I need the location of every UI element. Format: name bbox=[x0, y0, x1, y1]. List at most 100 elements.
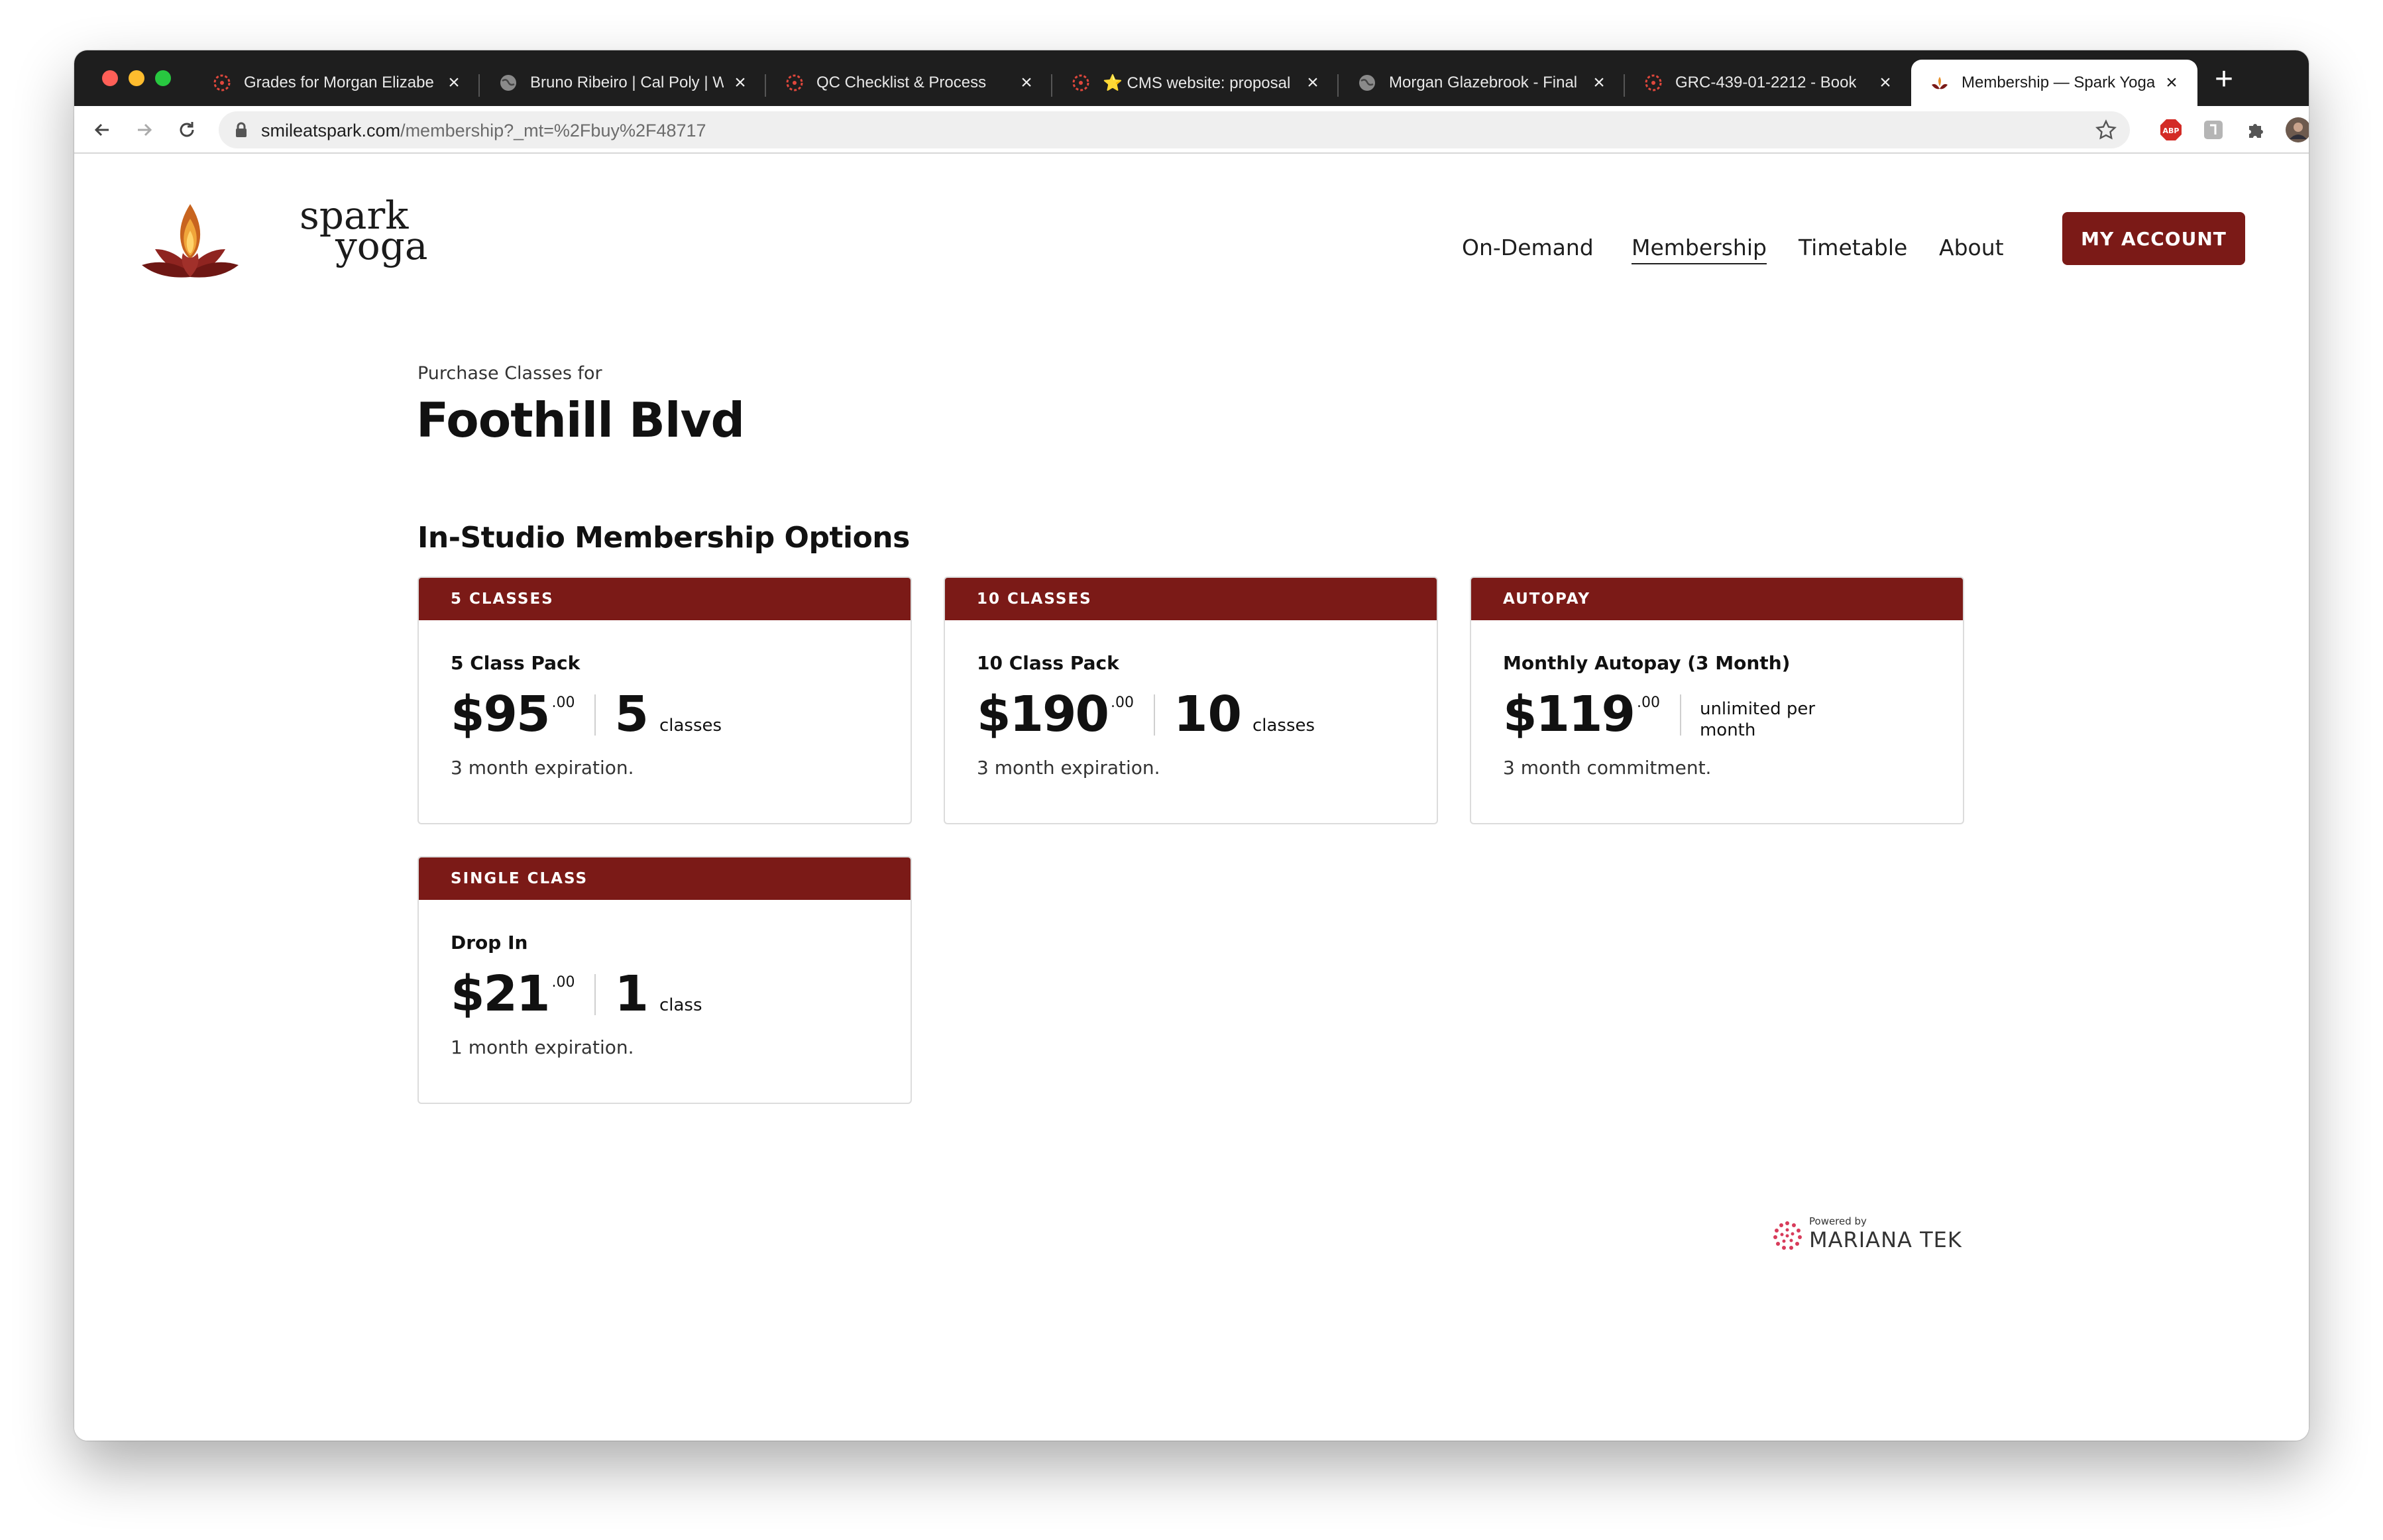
card-note: 3 month expiration. bbox=[977, 757, 1160, 779]
address-bar[interactable]: smileatspark.com/membership?_mt=%2Fbuy%2… bbox=[219, 111, 2130, 148]
browser-tab[interactable]: Bruno Ribeiro | Cal Poly | W × bbox=[480, 60, 766, 106]
spark-yoga-icon bbox=[1930, 73, 1950, 93]
spark-yoga-logo[interactable]: spark yoga bbox=[140, 195, 427, 288]
card-category: 5 CLASSES bbox=[419, 578, 911, 620]
nav-membership[interactable]: Membership bbox=[1632, 235, 1767, 264]
card-name: Drop In bbox=[451, 932, 528, 954]
bookmark-star-icon[interactable] bbox=[2095, 119, 2117, 144]
class-count: 10 bbox=[1173, 686, 1242, 743]
price-row: $190 .00 10 classes bbox=[977, 688, 1315, 741]
card-category: AUTOPAY bbox=[1471, 578, 1963, 620]
price: $95 bbox=[451, 686, 550, 743]
browser-tab[interactable]: QC Checklist & Process × bbox=[766, 60, 1052, 106]
divider bbox=[594, 974, 596, 1015]
back-button[interactable] bbox=[87, 115, 117, 144]
new-tab-button[interactable]: + bbox=[2209, 64, 2239, 95]
puzzle-icon[interactable] bbox=[2241, 115, 2270, 144]
divider bbox=[594, 694, 596, 736]
browser-tab[interactable]: Grades for Morgan Elizabe × bbox=[194, 60, 480, 106]
class-count: 5 bbox=[614, 686, 649, 743]
my-account-button[interactable]: MY ACCOUNT bbox=[2062, 212, 2245, 265]
nav-timetable[interactable]: Timetable bbox=[1799, 235, 1907, 260]
close-tab-icon[interactable]: × bbox=[1303, 73, 1323, 93]
browser-tab[interactable]: Morgan Glazebrook - Final × bbox=[1339, 60, 1625, 106]
price-row: $119 .00 unlimited per month bbox=[1503, 688, 1846, 741]
close-tab-icon[interactable]: × bbox=[444, 73, 464, 93]
membership-card[interactable]: 10 CLASSES 10 Class Pack $190 .00 10 cla… bbox=[944, 577, 1438, 824]
url-host: smileatspark.com bbox=[261, 121, 401, 140]
back-arrow-icon bbox=[94, 123, 109, 137]
price-cents: .00 bbox=[1636, 694, 1660, 711]
tab-title: QC Checklist & Process bbox=[816, 74, 987, 91]
studio-location-title: Foothill Blvd bbox=[416, 392, 745, 448]
card-name: 5 Class Pack bbox=[451, 652, 581, 674]
divider bbox=[1679, 694, 1681, 736]
reload-icon bbox=[180, 122, 194, 137]
card-category: 10 CLASSES bbox=[945, 578, 1437, 620]
svg-text:ABP: ABP bbox=[2163, 127, 2180, 135]
tab-title: ⭐ CMS website: proposal bbox=[1103, 74, 1291, 92]
url-text[interactable]: smileatspark.com/membership?_mt=%2Fbuy%2… bbox=[261, 121, 706, 141]
minimize-window-button[interactable] bbox=[129, 70, 144, 86]
section-title: In-Studio Membership Options bbox=[417, 521, 910, 555]
forward-button[interactable] bbox=[130, 115, 159, 144]
canvas-icon bbox=[212, 73, 232, 93]
close-tab-icon[interactable]: × bbox=[1875, 73, 1895, 93]
close-tab-icon[interactable]: × bbox=[1589, 73, 1609, 93]
zoom-window-button[interactable] bbox=[155, 70, 171, 86]
class-count: 1 bbox=[614, 965, 649, 1022]
card-name: 10 Class Pack bbox=[977, 652, 1119, 674]
reload-button[interactable] bbox=[172, 115, 201, 144]
class-count-label: classes bbox=[1252, 716, 1315, 736]
globe-icon bbox=[1357, 73, 1377, 93]
lock-icon[interactable] bbox=[235, 122, 248, 141]
close-window-button[interactable] bbox=[102, 70, 118, 86]
nav-about[interactable]: About bbox=[1939, 235, 2004, 260]
browser-window: Grades for Morgan Elizabe × Bruno Ribeir… bbox=[74, 50, 2309, 1441]
card-name: Monthly Autopay (3 Month) bbox=[1503, 652, 1791, 674]
url-path: /membership?_mt=%2Fbuy%2F48717 bbox=[400, 121, 706, 140]
powered-by-label: Powered by bbox=[1809, 1215, 1867, 1227]
powered-by-mariana-tek[interactable]: Powered by MARIANA TEK bbox=[1771, 1215, 1969, 1262]
canvas-icon bbox=[785, 73, 804, 93]
logo-wordmark: spark yoga bbox=[300, 196, 427, 265]
unlimited-label: unlimited per month bbox=[1699, 699, 1816, 740]
browser-tab[interactable]: ⭐ CMS website: proposal × bbox=[1052, 60, 1339, 106]
tab-title: Grades for Morgan Elizabe bbox=[244, 74, 434, 91]
tab-strip: Grades for Morgan Elizabe × Bruno Ribeir… bbox=[74, 50, 2309, 106]
price-row: $21 .00 1 class bbox=[451, 967, 702, 1020]
canvas-icon bbox=[1643, 73, 1663, 93]
tab-title: Bruno Ribeiro | Cal Poly | W bbox=[530, 74, 724, 91]
close-tab-icon[interactable]: × bbox=[2162, 73, 2182, 93]
price-cents: .00 bbox=[551, 974, 575, 991]
mariana-tek-brand: MARIANA TEK bbox=[1809, 1227, 1962, 1252]
membership-card[interactable]: AUTOPAY Monthly Autopay (3 Month) $119 .… bbox=[1470, 577, 1964, 824]
browser-tab-active[interactable]: Membership — Spark Yoga × bbox=[1911, 60, 2197, 106]
price-cents: .00 bbox=[551, 694, 575, 711]
profile-avatar[interactable] bbox=[2284, 115, 2309, 144]
globe-icon bbox=[498, 73, 518, 93]
browser-toolbar: smileatspark.com/membership?_mt=%2Fbuy%2… bbox=[74, 106, 2309, 154]
mariana-tek-logo-icon bbox=[1773, 1221, 1802, 1250]
card-note: 3 month expiration. bbox=[451, 757, 634, 779]
close-tab-icon[interactable]: × bbox=[1017, 73, 1036, 93]
tab-title: Membership — Spark Yoga bbox=[1962, 74, 2155, 91]
price-cents: .00 bbox=[1110, 694, 1134, 711]
adblock-icon[interactable]: ABP bbox=[2156, 115, 2186, 144]
class-count-label: classes bbox=[659, 716, 722, 736]
tab-title: Morgan Glazebrook - Final bbox=[1389, 74, 1578, 91]
card-note: 1 month expiration. bbox=[451, 1036, 634, 1058]
browser-tab[interactable]: GRC-439-01-2212 - Book × bbox=[1625, 60, 1911, 106]
membership-card[interactable]: 5 CLASSES 5 Class Pack $95 .00 5 classes… bbox=[417, 577, 912, 824]
purchase-eyebrow: Purchase Classes for bbox=[417, 363, 602, 384]
price: $119 bbox=[1503, 686, 1635, 743]
extension-icon[interactable] bbox=[2199, 115, 2228, 144]
close-tab-icon[interactable]: × bbox=[730, 73, 750, 93]
page-content: spark yoga On-Demand Membership Timetabl… bbox=[74, 155, 2309, 1441]
nav-on-demand[interactable]: On-Demand bbox=[1462, 235, 1594, 260]
tab-title: GRC-439-01-2212 - Book bbox=[1675, 74, 1857, 91]
lotus-flame-icon bbox=[142, 204, 239, 278]
class-count-label: class bbox=[659, 995, 702, 1015]
membership-card[interactable]: SINGLE CLASS Drop In $21 .00 1 class 1 m… bbox=[417, 856, 912, 1104]
price: $190 bbox=[977, 686, 1109, 743]
